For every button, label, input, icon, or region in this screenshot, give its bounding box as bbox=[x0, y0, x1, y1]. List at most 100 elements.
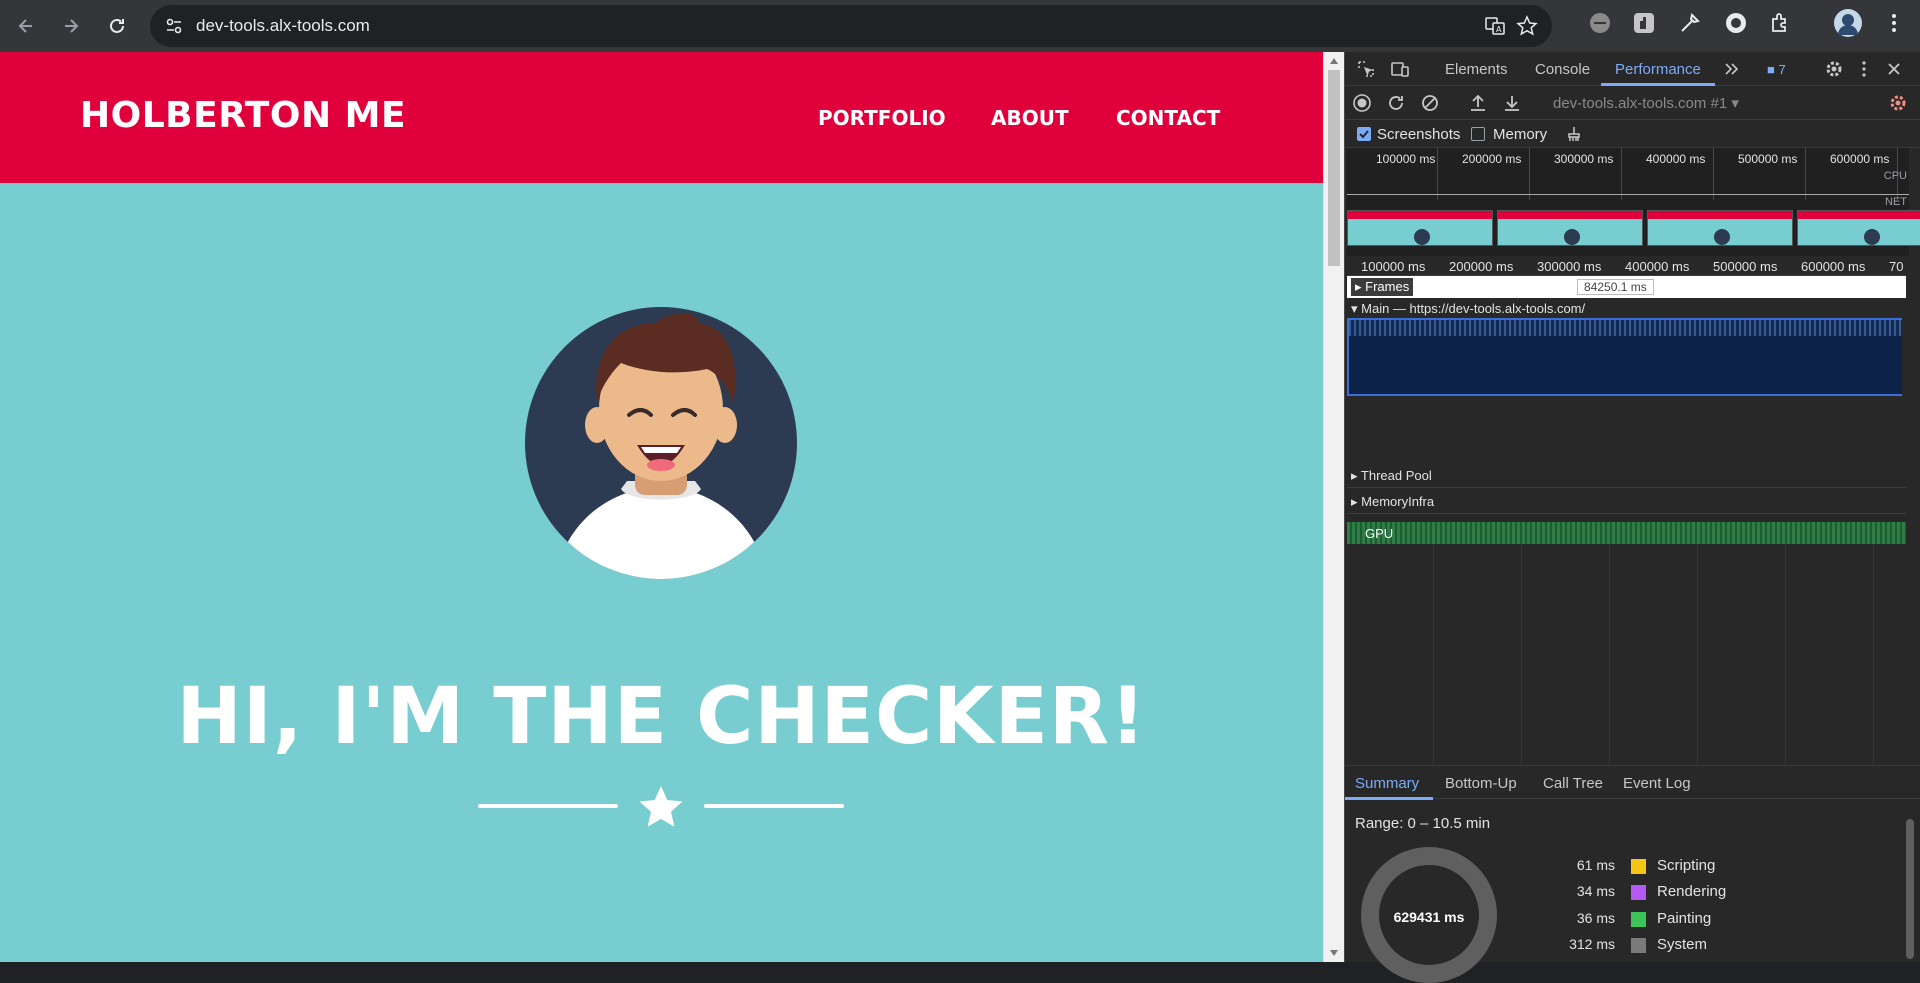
summary-panel: Range: 0 – 10.5 min 629431 ms 61 ms Scri… bbox=[1345, 799, 1905, 983]
memory-label[interactable]: Memory bbox=[1493, 126, 1547, 143]
eyedropper-icon[interactable] bbox=[1678, 11, 1702, 35]
thread-pool-label-text: Thread Pool bbox=[1360, 468, 1432, 483]
tab-event-log[interactable]: Event Log bbox=[1623, 775, 1691, 792]
inspect-element-icon[interactable] bbox=[1355, 58, 1377, 80]
translate-icon[interactable]: A bbox=[1484, 15, 1506, 37]
summary-row: 36 ms Painting bbox=[1495, 910, 1755, 932]
ruler-tick-label: 300000 ms bbox=[1537, 259, 1602, 274]
page-scrollbar[interactable] bbox=[1323, 52, 1344, 962]
overview-tick-label: 300000 ms bbox=[1554, 152, 1614, 166]
device-toolbar-icon[interactable] bbox=[1389, 58, 1411, 80]
timeline-scrollbar[interactable] bbox=[1906, 256, 1920, 764]
bookmark-star-icon[interactable] bbox=[1516, 15, 1538, 37]
tab-call-tree[interactable]: Call Tree bbox=[1543, 775, 1603, 792]
extension-icon[interactable] bbox=[1724, 11, 1748, 35]
overview-tick-label: 500000 ms bbox=[1738, 152, 1798, 166]
frames-track-label[interactable]: ▸ Frames bbox=[1351, 278, 1414, 296]
main-label-text: Main — https://dev-tools.alx-tools.com/ bbox=[1361, 301, 1586, 316]
ruler-tick-label: 200000 ms bbox=[1449, 259, 1514, 274]
screenshot-thumbnail[interactable] bbox=[1797, 210, 1920, 246]
close-devtools-icon[interactable] bbox=[1883, 58, 1905, 80]
address-bar[interactable]: dev-tools.alx-tools.com A bbox=[150, 5, 1552, 47]
issues-badge[interactable]: ■ 7 bbox=[1767, 62, 1786, 77]
extension-icon[interactable] bbox=[1588, 11, 1612, 35]
main-thread-track[interactable]: ▾ Main — https://dev-tools.alx-tools.com… bbox=[1347, 298, 1909, 396]
timeline-gridline bbox=[1433, 544, 1434, 764]
timeline-ruler: 100000 ms 200000 ms 300000 ms 400000 ms … bbox=[1347, 256, 1909, 276]
devtools-menu-icon[interactable] bbox=[1853, 58, 1875, 80]
more-menu-icon[interactable] bbox=[1882, 11, 1906, 35]
url-text[interactable]: dev-tools.alx-tools.com bbox=[196, 16, 370, 36]
clear-icon[interactable] bbox=[1419, 92, 1441, 114]
arrow-left-icon bbox=[18, 19, 32, 33]
site-title[interactable]: HOLBERTON ME bbox=[80, 95, 406, 136]
nav-about[interactable]: ABOUT bbox=[991, 106, 1069, 130]
svg-text:A: A bbox=[1496, 25, 1502, 34]
overview-tick-label: 400000 ms bbox=[1646, 152, 1706, 166]
timeline-gridline bbox=[1697, 544, 1698, 764]
screenshot-thumbnail[interactable] bbox=[1497, 210, 1643, 246]
devtools-tab-bar: Elements Console Performance ■ 7 bbox=[1345, 52, 1920, 86]
record-icon[interactable] bbox=[1351, 92, 1373, 114]
overview-gridline bbox=[1713, 148, 1714, 200]
garbage-collect-broom-icon[interactable] bbox=[1563, 123, 1585, 145]
thumbnail-avatar bbox=[1714, 229, 1730, 245]
screenshot-thumbnail[interactable] bbox=[1647, 210, 1793, 246]
overview-tick-label: 100000 ms bbox=[1376, 152, 1436, 166]
scrollbar-thumb[interactable] bbox=[1906, 819, 1914, 959]
ruler-tick-label: 600000 ms bbox=[1801, 259, 1866, 274]
upload-icon[interactable] bbox=[1467, 92, 1489, 114]
chevron-down-icon: ▾ bbox=[1731, 95, 1739, 112]
overview-gridline bbox=[1805, 148, 1806, 200]
memoryinfra-track[interactable]: ▸ MemoryInfra bbox=[1347, 488, 1909, 514]
timeline-gridline bbox=[1785, 544, 1786, 764]
timeline-gridline bbox=[1873, 544, 1874, 764]
main-flame-chart[interactable] bbox=[1347, 318, 1902, 396]
screenshots-checkbox[interactable] bbox=[1357, 127, 1371, 141]
capture-settings-gear-icon[interactable] bbox=[1887, 92, 1909, 114]
summary-value: 61 ms bbox=[1576, 857, 1615, 873]
thread-pool-label: ▸ Thread Pool bbox=[1351, 468, 1432, 483]
thumbnail-avatar bbox=[1414, 229, 1430, 245]
more-tabs-chevron-icon[interactable] bbox=[1721, 58, 1743, 80]
divider-line-right bbox=[704, 804, 844, 808]
back-button[interactable] bbox=[10, 10, 42, 42]
download-icon[interactable] bbox=[1501, 92, 1523, 114]
settings-gear-icon[interactable] bbox=[1823, 58, 1845, 80]
nav-contact[interactable]: CONTACT bbox=[1116, 106, 1220, 130]
memory-checkbox[interactable] bbox=[1471, 127, 1485, 141]
recording-select[interactable]: dev-tools.alx-tools.com #1 ▾ bbox=[1553, 94, 1739, 112]
nav-portfolio[interactable]: PORTFOLIO bbox=[818, 106, 946, 130]
scroll-down-arrow-icon[interactable] bbox=[1330, 950, 1338, 956]
memoryinfra-label-text: MemoryInfra bbox=[1361, 494, 1435, 509]
tab-console[interactable]: Console bbox=[1535, 61, 1590, 78]
site-settings-icon[interactable] bbox=[164, 16, 184, 36]
summary-value: 36 ms bbox=[1576, 910, 1615, 926]
reload-button[interactable] bbox=[101, 10, 133, 42]
tab-performance[interactable]: Performance bbox=[1615, 61, 1701, 78]
scrollbar-thumb[interactable] bbox=[1328, 70, 1340, 266]
summary-scrollbar[interactable] bbox=[1904, 807, 1916, 959]
screenshots-label[interactable]: Screenshots bbox=[1377, 126, 1460, 143]
reload-record-icon[interactable] bbox=[1385, 92, 1407, 114]
extension-icon[interactable] bbox=[1632, 11, 1656, 35]
frames-track[interactable]: ▸ Frames 84250.1 ms bbox=[1347, 276, 1909, 298]
screenshot-thumbnail[interactable] bbox=[1347, 210, 1493, 246]
profile-avatar-icon[interactable] bbox=[1834, 9, 1862, 37]
thread-pool-track[interactable]: ▸ Thread Pool bbox=[1347, 462, 1909, 488]
summary-row: 312 ms System bbox=[1495, 936, 1755, 958]
tab-summary[interactable]: Summary bbox=[1355, 775, 1419, 792]
forward-button[interactable] bbox=[55, 10, 87, 42]
scroll-up-arrow-icon[interactable] bbox=[1330, 58, 1338, 64]
timeline-overview[interactable]: 100000 ms 200000 ms 300000 ms 400000 ms … bbox=[1347, 148, 1920, 256]
summary-value: 34 ms bbox=[1576, 883, 1615, 899]
main-track-header[interactable]: ▾ Main — https://dev-tools.alx-tools.com… bbox=[1347, 298, 1909, 318]
tab-elements[interactable]: Elements bbox=[1445, 61, 1508, 78]
gpu-track[interactable]: GPU bbox=[1347, 522, 1909, 544]
tab-bottom-up[interactable]: Bottom-Up bbox=[1445, 775, 1517, 792]
arrow-right-icon bbox=[65, 19, 79, 33]
puzzle-icon[interactable] bbox=[1768, 11, 1792, 35]
gpu-track-label: GPU bbox=[1365, 526, 1394, 541]
summary-category: Rendering bbox=[1657, 883, 1727, 900]
timeline-gridline bbox=[1609, 544, 1610, 764]
